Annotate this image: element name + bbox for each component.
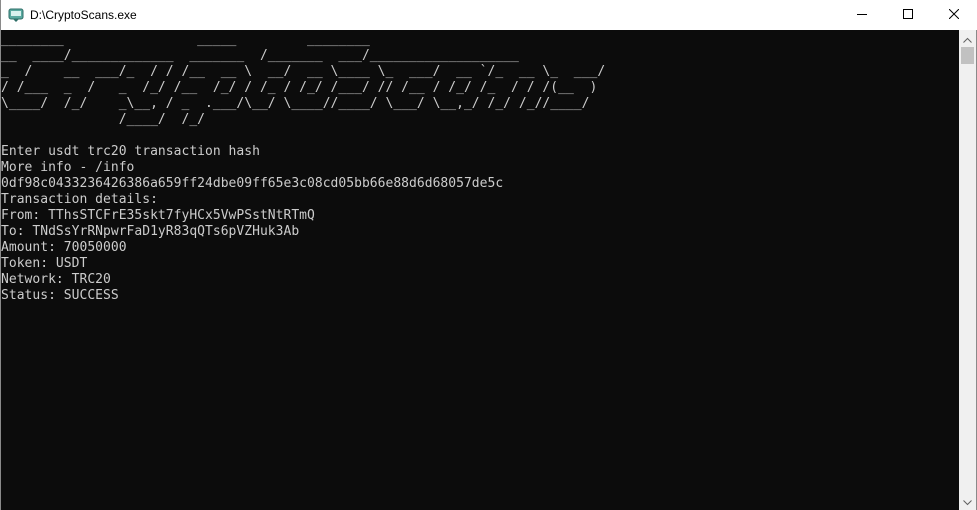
token-line: Token: USDT bbox=[1, 256, 88, 271]
from-address-line: From: TThsSTCFrE35skt7fyHCx5VwPSstNtRTmQ bbox=[1, 208, 315, 223]
console-line: More info - /info bbox=[1, 160, 135, 175]
status-line: Status: SUCCESS bbox=[1, 288, 119, 303]
amount-line: Amount: 70050000 bbox=[1, 240, 127, 255]
close-button[interactable] bbox=[931, 0, 977, 30]
console-line: Transaction details: bbox=[1, 192, 158, 207]
scroll-up-button[interactable] bbox=[959, 30, 976, 47]
console-output-area[interactable]: ________ _____ ________ __ ____/________… bbox=[1, 30, 960, 510]
minimize-icon bbox=[857, 6, 867, 24]
close-icon bbox=[948, 6, 960, 24]
console-line: Enter usdt trc20 transaction hash bbox=[1, 144, 260, 159]
ascii-banner: ________ _____ ________ __ ____/________… bbox=[1, 32, 606, 127]
scrollbar-thumb[interactable] bbox=[961, 47, 974, 64]
minimize-button[interactable] bbox=[839, 0, 885, 30]
maximize-button[interactable] bbox=[885, 0, 931, 30]
scroll-up-arrow-icon bbox=[963, 30, 972, 48]
to-address-line: To: TNdSsYrRNpwrFaD1yR83qQTs6pVZHuk3Ab bbox=[1, 224, 300, 239]
maximize-icon bbox=[903, 6, 913, 24]
transaction-hash-line: 0df98c0433236426386a659ff24dbe09ff65e3c0… bbox=[1, 176, 504, 191]
window-title: D:\CryptoScans.exe bbox=[30, 8, 137, 22]
vertical-scrollbar[interactable] bbox=[959, 30, 976, 510]
scroll-down-button[interactable] bbox=[959, 493, 976, 510]
console-output: Enter usdt trc20 transaction hash More i… bbox=[1, 144, 960, 304]
scroll-down-arrow-icon bbox=[963, 493, 972, 510]
console-app-icon bbox=[8, 7, 24, 23]
title-bar[interactable]: D:\CryptoScans.exe bbox=[1, 0, 977, 30]
window-controls bbox=[839, 0, 977, 30]
console-window: D:\CryptoScans.exe ________ _____ ______… bbox=[0, 0, 977, 510]
network-line: Network: TRC20 bbox=[1, 272, 111, 287]
